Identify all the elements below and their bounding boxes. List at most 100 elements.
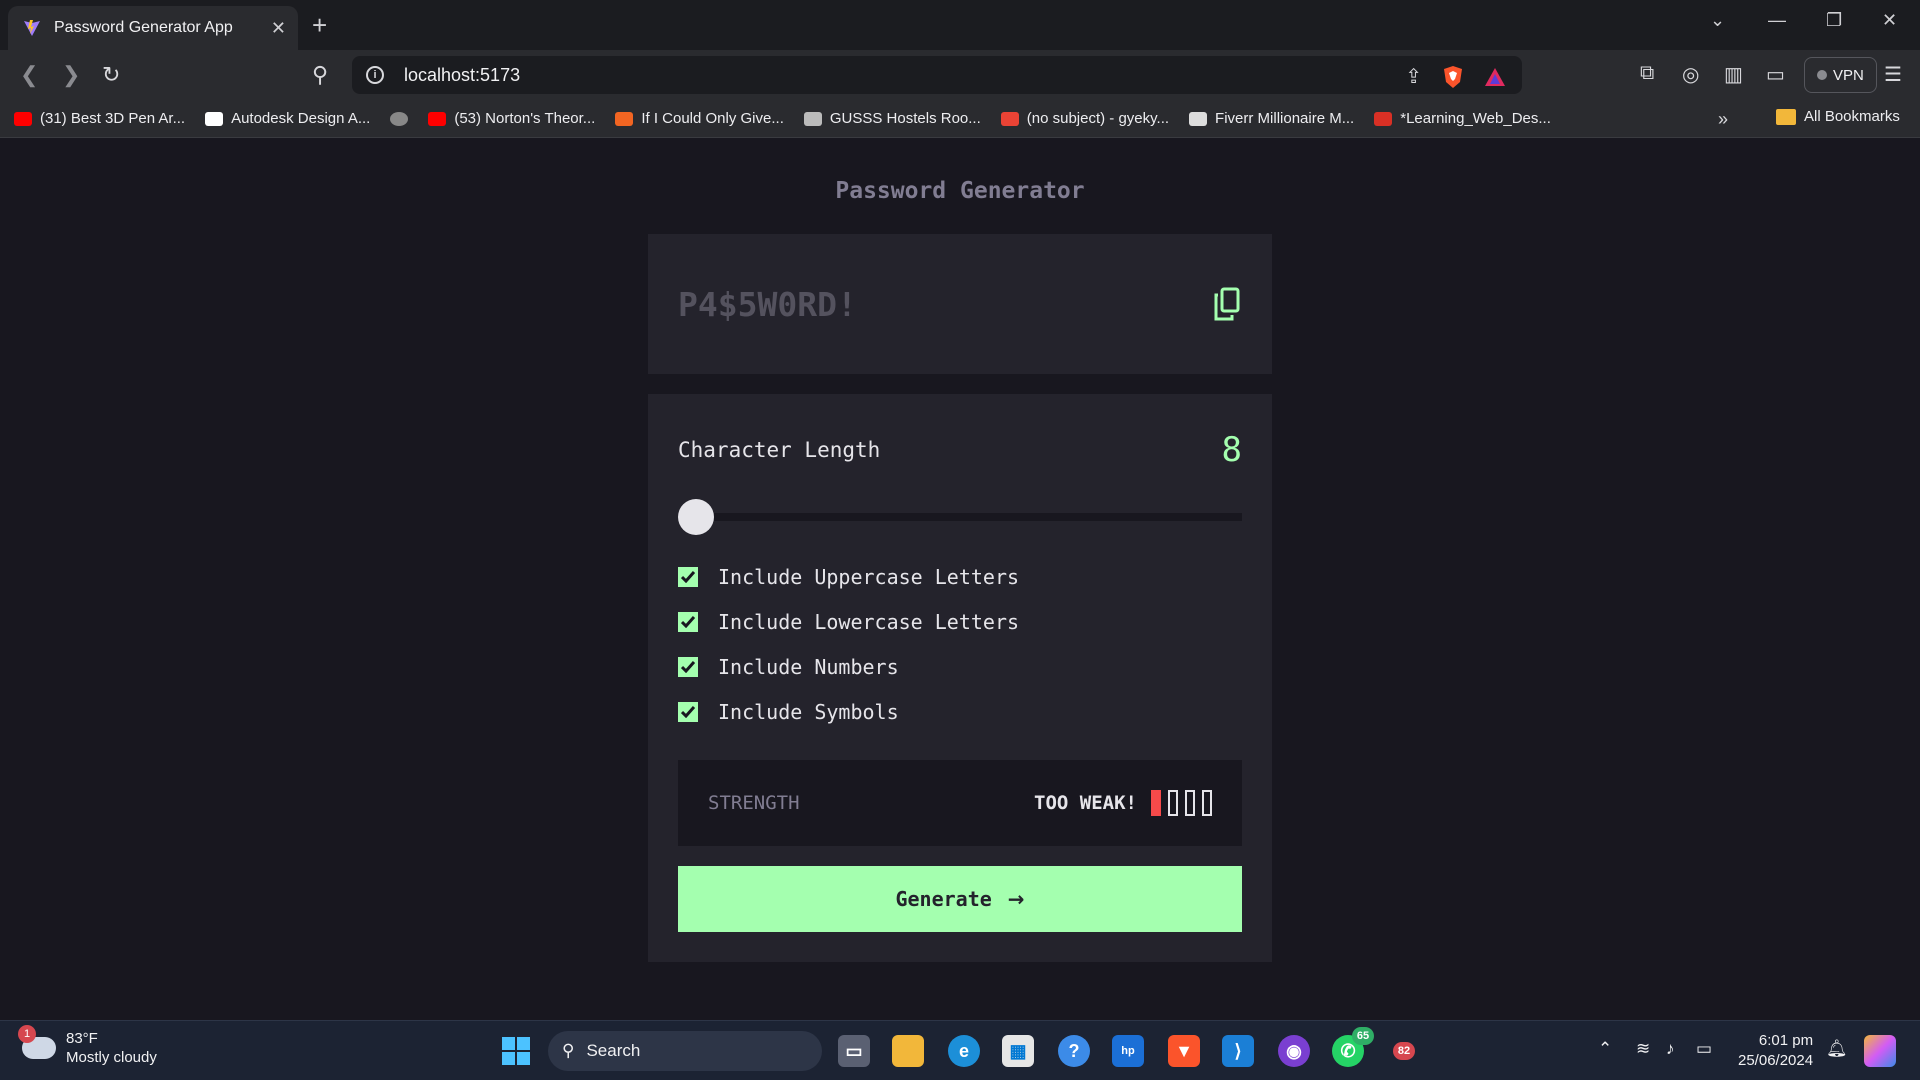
sidebar-toggle-icon[interactable]: ▥ (1724, 62, 1743, 87)
generate-label: Generate (895, 887, 992, 911)
more-bookmarks-icon[interactable]: » (1718, 109, 1728, 130)
length-label: Character Length (678, 438, 881, 462)
wallet-icon[interactable]: ▭ (1766, 62, 1785, 87)
help-icon[interactable]: ? (1058, 1035, 1090, 1067)
edge-icon[interactable]: e (948, 1035, 980, 1067)
window-close-icon[interactable]: ✕ (1882, 10, 1897, 31)
tab-list-chevron-icon[interactable]: ⌄ (1710, 10, 1725, 31)
generate-button[interactable]: Generate → (678, 866, 1242, 932)
all-bookmarks-label: All Bookmarks (1804, 108, 1900, 125)
bookmark-item[interactable]: (31) Best 3D Pen Ar... (14, 110, 185, 127)
password-display: P4$5W0RD! (648, 234, 1272, 374)
date: 25/06/2024 (1738, 1052, 1814, 1069)
menu-icon[interactable]: ☰ (1884, 62, 1902, 87)
new-tab-icon[interactable]: + (312, 10, 327, 41)
length-slider[interactable] (678, 499, 1242, 535)
share-icon[interactable]: ⇪ (1405, 64, 1422, 89)
strength-label: STRENGTH (708, 792, 800, 814)
brave-taskbar-icon[interactable]: ▼ (1168, 1035, 1200, 1067)
minimize-icon[interactable]: — (1768, 10, 1786, 31)
site-info-icon[interactable]: i (366, 66, 384, 84)
bookmark-item[interactable]: Autodesk Design A... (205, 110, 370, 127)
bookmark-label: (53) Norton's Theor... (454, 110, 596, 127)
checkbox[interactable] (678, 611, 698, 632)
folder-icon (1776, 108, 1796, 125)
whatsapp-icon[interactable]: ✆ 65 (1332, 1027, 1374, 1067)
bookmark-item[interactable] (390, 111, 409, 126)
battery-icon[interactable]: ▭ (1696, 1039, 1712, 1059)
tray-chevron-icon[interactable]: ⌃ (1598, 1039, 1612, 1059)
option-label: Include Lowercase Letters (718, 609, 1020, 634)
task-view-icon[interactable]: ▭ (838, 1035, 870, 1067)
page-title: Password Generator (835, 178, 1085, 204)
browser-toolbar: ❮ ❯ ↻ ⚲ i localhost:5173 ⇪ ⧉ ◎ ▥ ▭ VPN ☰ (0, 50, 1920, 100)
option-checkbox-row[interactable]: Include Uppercase Letters (678, 554, 1019, 599)
bookmark-label: If I Could Only Give... (641, 110, 784, 127)
tab-close-icon[interactable]: ✕ (271, 18, 286, 39)
all-bookmarks-folder[interactable]: All Bookmarks (1776, 108, 1900, 125)
restore-icon[interactable]: ❐ (1826, 10, 1842, 31)
checkbox[interactable] (678, 656, 698, 677)
back-icon[interactable]: ❮ (20, 62, 38, 88)
weather-badge: 1 (18, 1025, 36, 1043)
strength-bar (1168, 790, 1178, 816)
bookmark-favicon-icon (205, 111, 224, 126)
copilot-icon[interactable] (1864, 1035, 1896, 1067)
bookmark-favicon-icon (803, 111, 822, 126)
taskbar: 1 83°F Mostly cloudy ⚲ Search ▭ e ▦ ? hp… (0, 1020, 1920, 1080)
option-checkbox-row[interactable]: Include Lowercase Letters (678, 599, 1019, 644)
checkmark-icon (681, 615, 695, 628)
extensions-icon[interactable]: ⧉ (1640, 62, 1654, 85)
reload-icon[interactable]: ↻ (102, 62, 120, 88)
bookmark-label: Autodesk Design A... (231, 110, 371, 127)
checkbox[interactable] (678, 701, 698, 722)
app-badge-icon[interactable]: 82 (1388, 1035, 1420, 1067)
option-checkbox-row[interactable]: Include Symbols (678, 689, 1019, 734)
browser-tab-strip: Password Generator App ✕ + ⌄ — ❐ ✕ (0, 0, 1920, 50)
time: 6:01 pm (1758, 1032, 1814, 1049)
brave-shield-icon[interactable] (1442, 65, 1464, 89)
copy-icon[interactable] (1212, 287, 1242, 321)
bookmark-favicon-icon (1374, 111, 1393, 126)
taskbar-search[interactable]: ⚲ Search (548, 1031, 822, 1071)
myhp-icon[interactable]: hp (1112, 1035, 1144, 1067)
option-checkbox-row[interactable]: Include Numbers (678, 644, 1019, 689)
address-url[interactable]: localhost:5173 (404, 65, 520, 86)
bookmark-favicon-icon (390, 111, 409, 126)
slider-thumb[interactable] (678, 499, 714, 535)
password-output: P4$5W0RD! (678, 284, 857, 324)
clock[interactable]: 6:01 pm 25/06/2024 (1738, 1031, 1813, 1071)
bookmark-icon[interactable]: ⚲ (312, 62, 328, 88)
bookmark-item[interactable]: GUSSS Hostels Roo... (803, 110, 981, 127)
bookmark-item[interactable]: *Learning_Web_Des... (1374, 110, 1551, 127)
brave-rewards-icon[interactable] (1484, 67, 1506, 87)
bookmark-favicon-icon (428, 111, 447, 126)
bookmark-label: (no subject) - gyeky... (1026, 110, 1170, 127)
leo-ai-icon[interactable]: ◎ (1682, 62, 1699, 87)
windows-start-icon[interactable] (502, 1037, 530, 1065)
bookmark-label: GUSSS Hostels Roo... (829, 110, 981, 127)
store-icon[interactable]: ▦ (1002, 1035, 1034, 1067)
vpn-button[interactable]: VPN (1804, 57, 1877, 93)
checkbox[interactable] (678, 566, 698, 587)
vscode-icon[interactable]: ⟩ (1222, 1035, 1254, 1067)
search-label: Search (586, 1041, 641, 1060)
file-explorer-icon[interactable] (892, 1035, 924, 1067)
checkmark-icon (681, 660, 695, 673)
address-bar[interactable]: i localhost:5173 ⇪ (352, 56, 1522, 94)
github-desktop-icon[interactable]: ◉ (1278, 1035, 1310, 1067)
bookmark-favicon-icon (1000, 111, 1019, 126)
bookmark-item[interactable]: If I Could Only Give... (615, 110, 784, 127)
forward-icon[interactable]: ❯ (62, 62, 80, 88)
bookmark-item[interactable]: (53) Norton's Theor... (428, 110, 595, 127)
weather-condition: Mostly cloudy (66, 1049, 157, 1066)
weather-widget[interactable]: 1 83°F Mostly cloudy (18, 1025, 157, 1067)
browser-tab-active[interactable]: Password Generator App ✕ (8, 6, 298, 50)
bookmark-item[interactable]: (no subject) - gyeky... (1000, 110, 1170, 127)
bookmark-item[interactable]: Fiverr Millionaire M... (1189, 110, 1354, 127)
bookmarks-bar: (31) Best 3D Pen Ar... Autodesk Design A.… (0, 100, 1920, 138)
notification-bell-icon[interactable]: 🔔︎ (1826, 1039, 1848, 1059)
checkmark-icon (681, 570, 695, 583)
volume-icon[interactable]: ♪ (1666, 1039, 1675, 1059)
wifi-icon[interactable]: ≋ (1636, 1039, 1650, 1059)
